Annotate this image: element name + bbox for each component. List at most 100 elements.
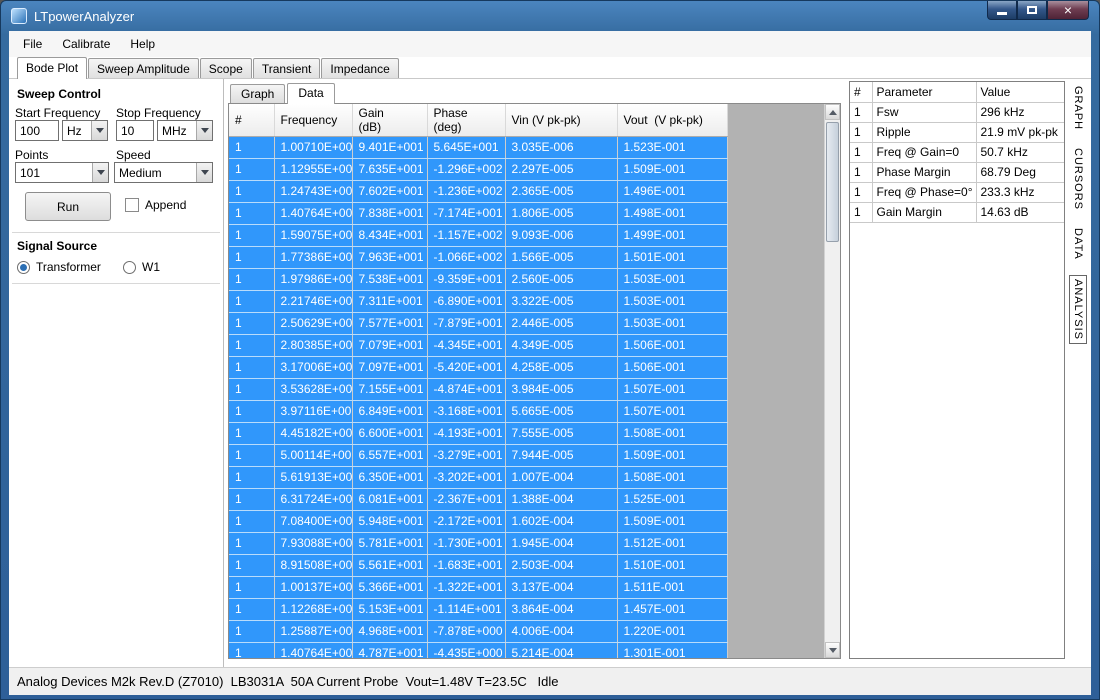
stop-frequency-unit-combo[interactable]: MHz bbox=[157, 120, 213, 141]
start-frequency-unit-combo[interactable]: Hz bbox=[62, 120, 108, 141]
menu-file[interactable]: File bbox=[13, 33, 52, 55]
append-checkbox[interactable] bbox=[125, 198, 139, 212]
tab-bode-plot[interactable]: Bode Plot bbox=[17, 57, 87, 79]
table-cell: 5.366E+001 bbox=[352, 576, 427, 598]
table-cell: 1.40764E+002 bbox=[274, 202, 352, 224]
stop-frequency-input[interactable] bbox=[116, 120, 154, 141]
table-cell: 1 bbox=[229, 378, 274, 400]
tab-sweep-amplitude[interactable]: Sweep Amplitude bbox=[88, 58, 199, 78]
table-row[interactable]: 17.08400E+0025.948E+001-2.172E+0011.602E… bbox=[229, 510, 727, 532]
table-row[interactable]: 18.91508E+0025.561E+001-1.683E+0012.503E… bbox=[229, 554, 727, 576]
table-row[interactable]: 17.93088E+0025.781E+001-1.730E+0011.945E… bbox=[229, 532, 727, 554]
table-row[interactable]: 12.21746E+0027.311E+001-6.890E+0013.322E… bbox=[229, 290, 727, 312]
tab-impedance[interactable]: Impedance bbox=[321, 58, 398, 78]
table-row[interactable]: 11.77386E+0027.963E+001-1.066E+0021.566E… bbox=[229, 246, 727, 268]
start-frequency-input[interactable] bbox=[15, 120, 59, 141]
chevron-down-icon[interactable] bbox=[91, 121, 107, 140]
table-row[interactable]: 1Gain Margin14.63 dB bbox=[850, 202, 1064, 222]
speed-combo[interactable]: Medium bbox=[114, 162, 213, 183]
table-cell: 1.301E-001 bbox=[617, 642, 727, 658]
tab-transient[interactable]: Transient bbox=[253, 58, 321, 78]
table-row[interactable]: 1Ripple21.9 mV pk-pk bbox=[850, 122, 1064, 142]
table-row[interactable]: 15.00114E+0026.557E+001-3.279E+0017.944E… bbox=[229, 444, 727, 466]
menu-calibrate[interactable]: Calibrate bbox=[52, 33, 120, 55]
table-row[interactable]: 13.53628E+0027.155E+001-4.874E+0013.984E… bbox=[229, 378, 727, 400]
close-button[interactable]: × bbox=[1047, 1, 1089, 20]
table-row[interactable]: 11.12268E+0035.153E+001-1.114E+0013.864E… bbox=[229, 598, 727, 620]
points-combo[interactable]: 101 bbox=[15, 162, 109, 183]
table-row[interactable]: 11.40764E+0027.838E+001-7.174E+0011.806E… bbox=[229, 202, 727, 224]
table-row[interactable]: 1Freq @ Phase=0°233.3 kHz bbox=[850, 182, 1064, 202]
table-row[interactable]: 11.12955E+0027.635E+001-1.296E+0022.297E… bbox=[229, 158, 727, 180]
scrollbar-track[interactable] bbox=[825, 120, 840, 642]
table-cell: 1.40764E+003 bbox=[274, 642, 352, 658]
table-row[interactable]: 11.40764E+0034.787E+001-4.435E+0005.214E… bbox=[229, 642, 727, 658]
menu-help[interactable]: Help bbox=[120, 33, 165, 55]
tab-data[interactable]: Data bbox=[287, 83, 334, 104]
table-row[interactable]: 11.00710E+0029.401E+0015.645E+0013.035E-… bbox=[229, 136, 727, 158]
table-cell: 1 bbox=[850, 142, 872, 162]
table-row[interactable]: 11.00137E+0035.366E+001-1.322E+0013.137E… bbox=[229, 576, 727, 598]
table-cell: -4.193E+001 bbox=[427, 422, 505, 444]
run-button[interactable]: Run bbox=[25, 192, 111, 221]
table-row[interactable]: 12.80385E+0027.079E+001-4.345E+0014.349E… bbox=[229, 334, 727, 356]
table-cell: 7.944E-005 bbox=[505, 444, 617, 466]
points-value: 101 bbox=[16, 166, 92, 180]
table-row[interactable]: 16.31724E+0026.081E+001-2.367E+0011.388E… bbox=[229, 488, 727, 510]
tab-graph[interactable]: Graph bbox=[230, 84, 285, 103]
table-row[interactable]: 1Fsw296 kHz bbox=[850, 102, 1064, 122]
table-row[interactable]: 11.24743E+0027.602E+001-1.236E+0022.365E… bbox=[229, 180, 727, 202]
table-row[interactable]: 15.61913E+0026.350E+001-3.202E+0011.007E… bbox=[229, 466, 727, 488]
side-tab-analysis[interactable]: ANALYSIS bbox=[1069, 275, 1087, 344]
minimize-button[interactable] bbox=[987, 1, 1017, 20]
table-cell: 2.446E-005 bbox=[505, 312, 617, 334]
table-row[interactable]: 11.59075E+0028.434E+001-1.157E+0029.093E… bbox=[229, 224, 727, 246]
table-cell: 9.093E-006 bbox=[505, 224, 617, 246]
maximize-button[interactable] bbox=[1017, 1, 1047, 20]
title-bar[interactable]: LTpowerAnalyzer × bbox=[1, 1, 1099, 31]
separator bbox=[12, 283, 220, 284]
table-row[interactable]: 14.45182E+0026.600E+001-4.193E+0017.555E… bbox=[229, 422, 727, 444]
vertical-scrollbar[interactable] bbox=[824, 104, 840, 658]
table-cell: 1.24743E+002 bbox=[274, 180, 352, 202]
table-cell: 1 bbox=[229, 180, 274, 202]
transformer-radio[interactable] bbox=[17, 261, 30, 274]
column-header-frequency[interactable]: Frequency bbox=[274, 104, 352, 136]
chevron-down-icon[interactable] bbox=[196, 163, 212, 182]
w1-radio[interactable] bbox=[123, 261, 136, 274]
table-cell: 5.153E+001 bbox=[352, 598, 427, 620]
tab-scope[interactable]: Scope bbox=[200, 58, 252, 78]
side-tab-cursors[interactable]: CURSORS bbox=[1070, 145, 1086, 213]
column-header-phase[interactable]: Phase (deg) bbox=[427, 104, 505, 136]
table-row[interactable]: 11.25887E+0034.968E+001-7.878E+0004.006E… bbox=[229, 620, 727, 642]
table-row[interactable]: 1Phase Margin68.79 Deg bbox=[850, 162, 1064, 182]
table-row[interactable]: 1Freq @ Gain=050.7 kHz bbox=[850, 142, 1064, 162]
table-row[interactable]: 13.97116E+0026.849E+001-3.168E+0015.665E… bbox=[229, 400, 727, 422]
transformer-radio-label: Transformer bbox=[36, 260, 101, 274]
table-cell: 68.79 Deg bbox=[976, 162, 1064, 182]
chevron-down-icon[interactable] bbox=[92, 163, 108, 182]
table-cell: 4.968E+001 bbox=[352, 620, 427, 642]
table-row[interactable]: 13.17006E+0027.097E+001-5.420E+0014.258E… bbox=[229, 356, 727, 378]
chevron-down-icon[interactable] bbox=[196, 121, 212, 140]
column-header-index[interactable]: # bbox=[229, 104, 274, 136]
table-cell: 4.349E-005 bbox=[505, 334, 617, 356]
side-tab-strip: GRAPH CURSORS DATA ANALYSIS bbox=[1065, 79, 1091, 667]
side-tab-graph[interactable]: GRAPH bbox=[1070, 83, 1086, 133]
scroll-up-button[interactable] bbox=[825, 104, 840, 120]
table-cell: 1.506E-001 bbox=[617, 334, 727, 356]
table-cell: 1.503E-001 bbox=[617, 268, 727, 290]
table-row[interactable]: 12.50629E+0027.577E+001-7.879E+0012.446E… bbox=[229, 312, 727, 334]
table-cell: -1.683E+001 bbox=[427, 554, 505, 576]
table-cell: -9.359E+001 bbox=[427, 268, 505, 290]
scrollbar-thumb[interactable] bbox=[826, 122, 839, 242]
column-header-vin[interactable]: Vin (V pk-pk) bbox=[505, 104, 617, 136]
side-tab-data[interactable]: DATA bbox=[1070, 225, 1086, 263]
scroll-down-button[interactable] bbox=[825, 642, 840, 658]
table-row[interactable]: 11.97986E+0027.538E+001-9.359E+0012.560E… bbox=[229, 268, 727, 290]
column-header-gain[interactable]: Gain (dB) bbox=[352, 104, 427, 136]
data-table-region: # Frequency Gain (dB) Phase (deg) Vin (V… bbox=[228, 103, 841, 659]
column-header-vout[interactable]: Vout (V pk-pk) bbox=[617, 104, 727, 136]
table-cell: 1.806E-005 bbox=[505, 202, 617, 224]
table-cell: 2.21746E+002 bbox=[274, 290, 352, 312]
